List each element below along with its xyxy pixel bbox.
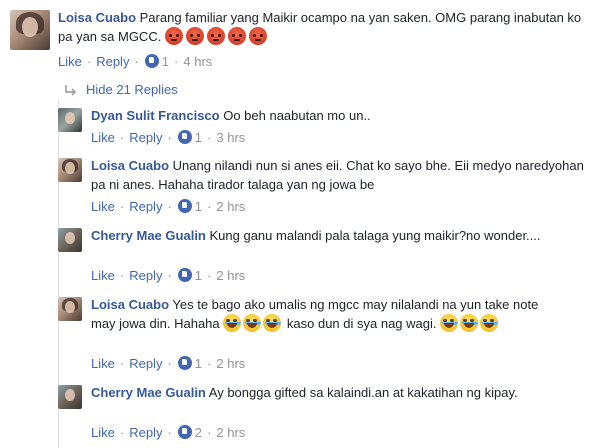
comment-body: Loisa Cuabo Parang familiar yang Maikir … [58,8,598,46]
like-count[interactable]: 2 [195,425,202,440]
timestamp[interactable]: 2 hrs [216,268,245,283]
reply-link[interactable]: Reply [129,356,162,371]
like-icon[interactable] [177,199,192,213]
like-icon[interactable] [177,130,192,144]
timestamp[interactable]: 3 hrs [216,130,245,145]
avatar-face [22,17,38,38]
angry-emoji-icon [164,27,183,45]
reply-link[interactable]: Reply [129,268,162,283]
separator-dot: · [207,355,212,371]
timestamp[interactable]: 2 hrs [216,356,245,371]
tears-of-joy-emoji-icon [263,314,282,332]
tears-of-joy-emoji-icon [243,314,262,332]
tears-of-joy-emoji-icon [440,314,459,332]
avatar[interactable] [58,297,82,321]
like-link[interactable]: Like [91,268,115,283]
emoji-row [164,27,270,45]
like-link[interactable]: Like [91,130,115,145]
like-icon[interactable] [144,54,159,68]
comment-text: Parang familiar yang Maikir ocampo na ya… [58,10,582,44]
reply-actions: Like · Reply · 1 · 2 hrs [91,267,245,283]
angry-emoji-icon [206,27,225,45]
separator-dot: · [167,424,172,440]
avatar[interactable] [58,108,82,132]
avatar[interactable] [58,385,82,409]
reply-link[interactable]: Reply [129,199,162,214]
separator-dot: · [119,355,125,371]
angry-emoji-icon [248,27,267,45]
reply-link[interactable]: Reply [129,425,162,440]
reply-actions: Like · Reply · 1 · 3 hrs [91,129,245,145]
separator-dot: · [207,198,212,214]
tears-of-joy-emoji-icon [223,314,242,332]
like-icon[interactable] [177,425,192,439]
reply-author[interactable]: Loisa Cuabo [91,297,169,312]
separator-dot: · [207,129,212,145]
tears-of-joy-emoji-icon [460,314,479,332]
reply-actions: Like · Reply · 2 · 2 hrs [91,424,245,440]
avatar[interactable] [10,10,50,50]
avatar[interactable] [58,158,82,182]
avatar-face [65,232,75,245]
separator-dot: · [119,424,125,440]
timestamp[interactable]: 4 hrs [183,54,212,69]
like-count[interactable]: 1 [195,356,202,371]
reply-body: Cherry Mae Gualin Kung ganu malandi pala… [91,226,561,245]
reply-arrow-icon [65,84,76,95]
like-link[interactable]: Like [91,199,115,214]
hide-replies-link[interactable]: Hide 21 Replies [64,82,178,97]
angry-emoji-icon [185,27,204,45]
reply-text: Ay bongga gifted sa kalaindi.an at kakat… [208,385,518,400]
like-count[interactable]: 1 [195,199,202,214]
separator-dot: · [167,355,172,371]
reply-text: Kung ganu malandi pala talaga yung maiki… [209,228,541,243]
reply-text: Oo beh naabutan mo un.. [223,108,371,123]
avatar-face [65,112,75,125]
comment-actions: Like · Reply · 1 · 4 hrs [58,53,212,69]
like-link[interactable]: Like [91,356,115,371]
like-count[interactable]: 1 [195,268,202,283]
reply-actions: Like · Reply · 1 · 2 hrs [91,198,245,214]
comment-author[interactable]: Loisa Cuabo [58,10,136,25]
separator-dot: · [167,267,172,283]
separator-dot: · [86,53,92,69]
separator-dot: · [167,198,172,214]
like-count[interactable]: 1 [162,54,169,69]
timestamp[interactable]: 2 hrs [216,199,245,214]
reply-link[interactable]: Reply [129,130,162,145]
separator-dot: · [119,267,125,283]
like-link[interactable]: Like [58,54,82,69]
reply-body: Loisa Cuabo Yes te bago ako umalis ng mg… [91,295,561,333]
timestamp[interactable]: 2 hrs [216,425,245,440]
like-icon[interactable] [177,356,192,370]
separator-dot: · [174,53,179,69]
avatar-face [65,162,75,175]
reply-text-continued: kaso dun di sya nag wagi. [286,316,437,331]
avatar-face [65,301,75,314]
tears-of-joy-emoji-icon [480,314,499,332]
reply-author[interactable]: Cherry Mae Gualin [91,385,206,400]
hide-replies-label[interactable]: Hide 21 Replies [86,82,178,97]
reply-author[interactable]: Loisa Cuabo [91,158,169,173]
reply-link[interactable]: Reply [96,54,129,69]
separator-dot: · [167,129,172,145]
separator-dot: · [119,129,125,145]
reply-actions: Like · Reply · 1 · 2 hrs [91,355,245,371]
reply-body: Dyan Sulit Francisco Oo beh naabutan mo … [91,106,596,125]
separator-dot: · [119,198,125,214]
reply-author[interactable]: Cherry Mae Gualin [91,228,206,243]
separator-dot: · [134,53,139,69]
reply-body: Cherry Mae Gualin Ay bongga gifted sa ka… [91,383,561,402]
angry-emoji-icon [227,27,246,45]
like-count[interactable]: 1 [195,130,202,145]
like-icon[interactable] [177,268,192,282]
like-link[interactable]: Like [91,425,115,440]
avatar-face [65,389,75,402]
separator-dot: · [207,267,212,283]
avatar[interactable] [58,228,82,252]
separator-dot: · [207,424,212,440]
reply-body: Loisa Cuabo Unang nilandi nun si anes ei… [91,156,596,194]
reply-author[interactable]: Dyan Sulit Francisco [91,108,220,123]
